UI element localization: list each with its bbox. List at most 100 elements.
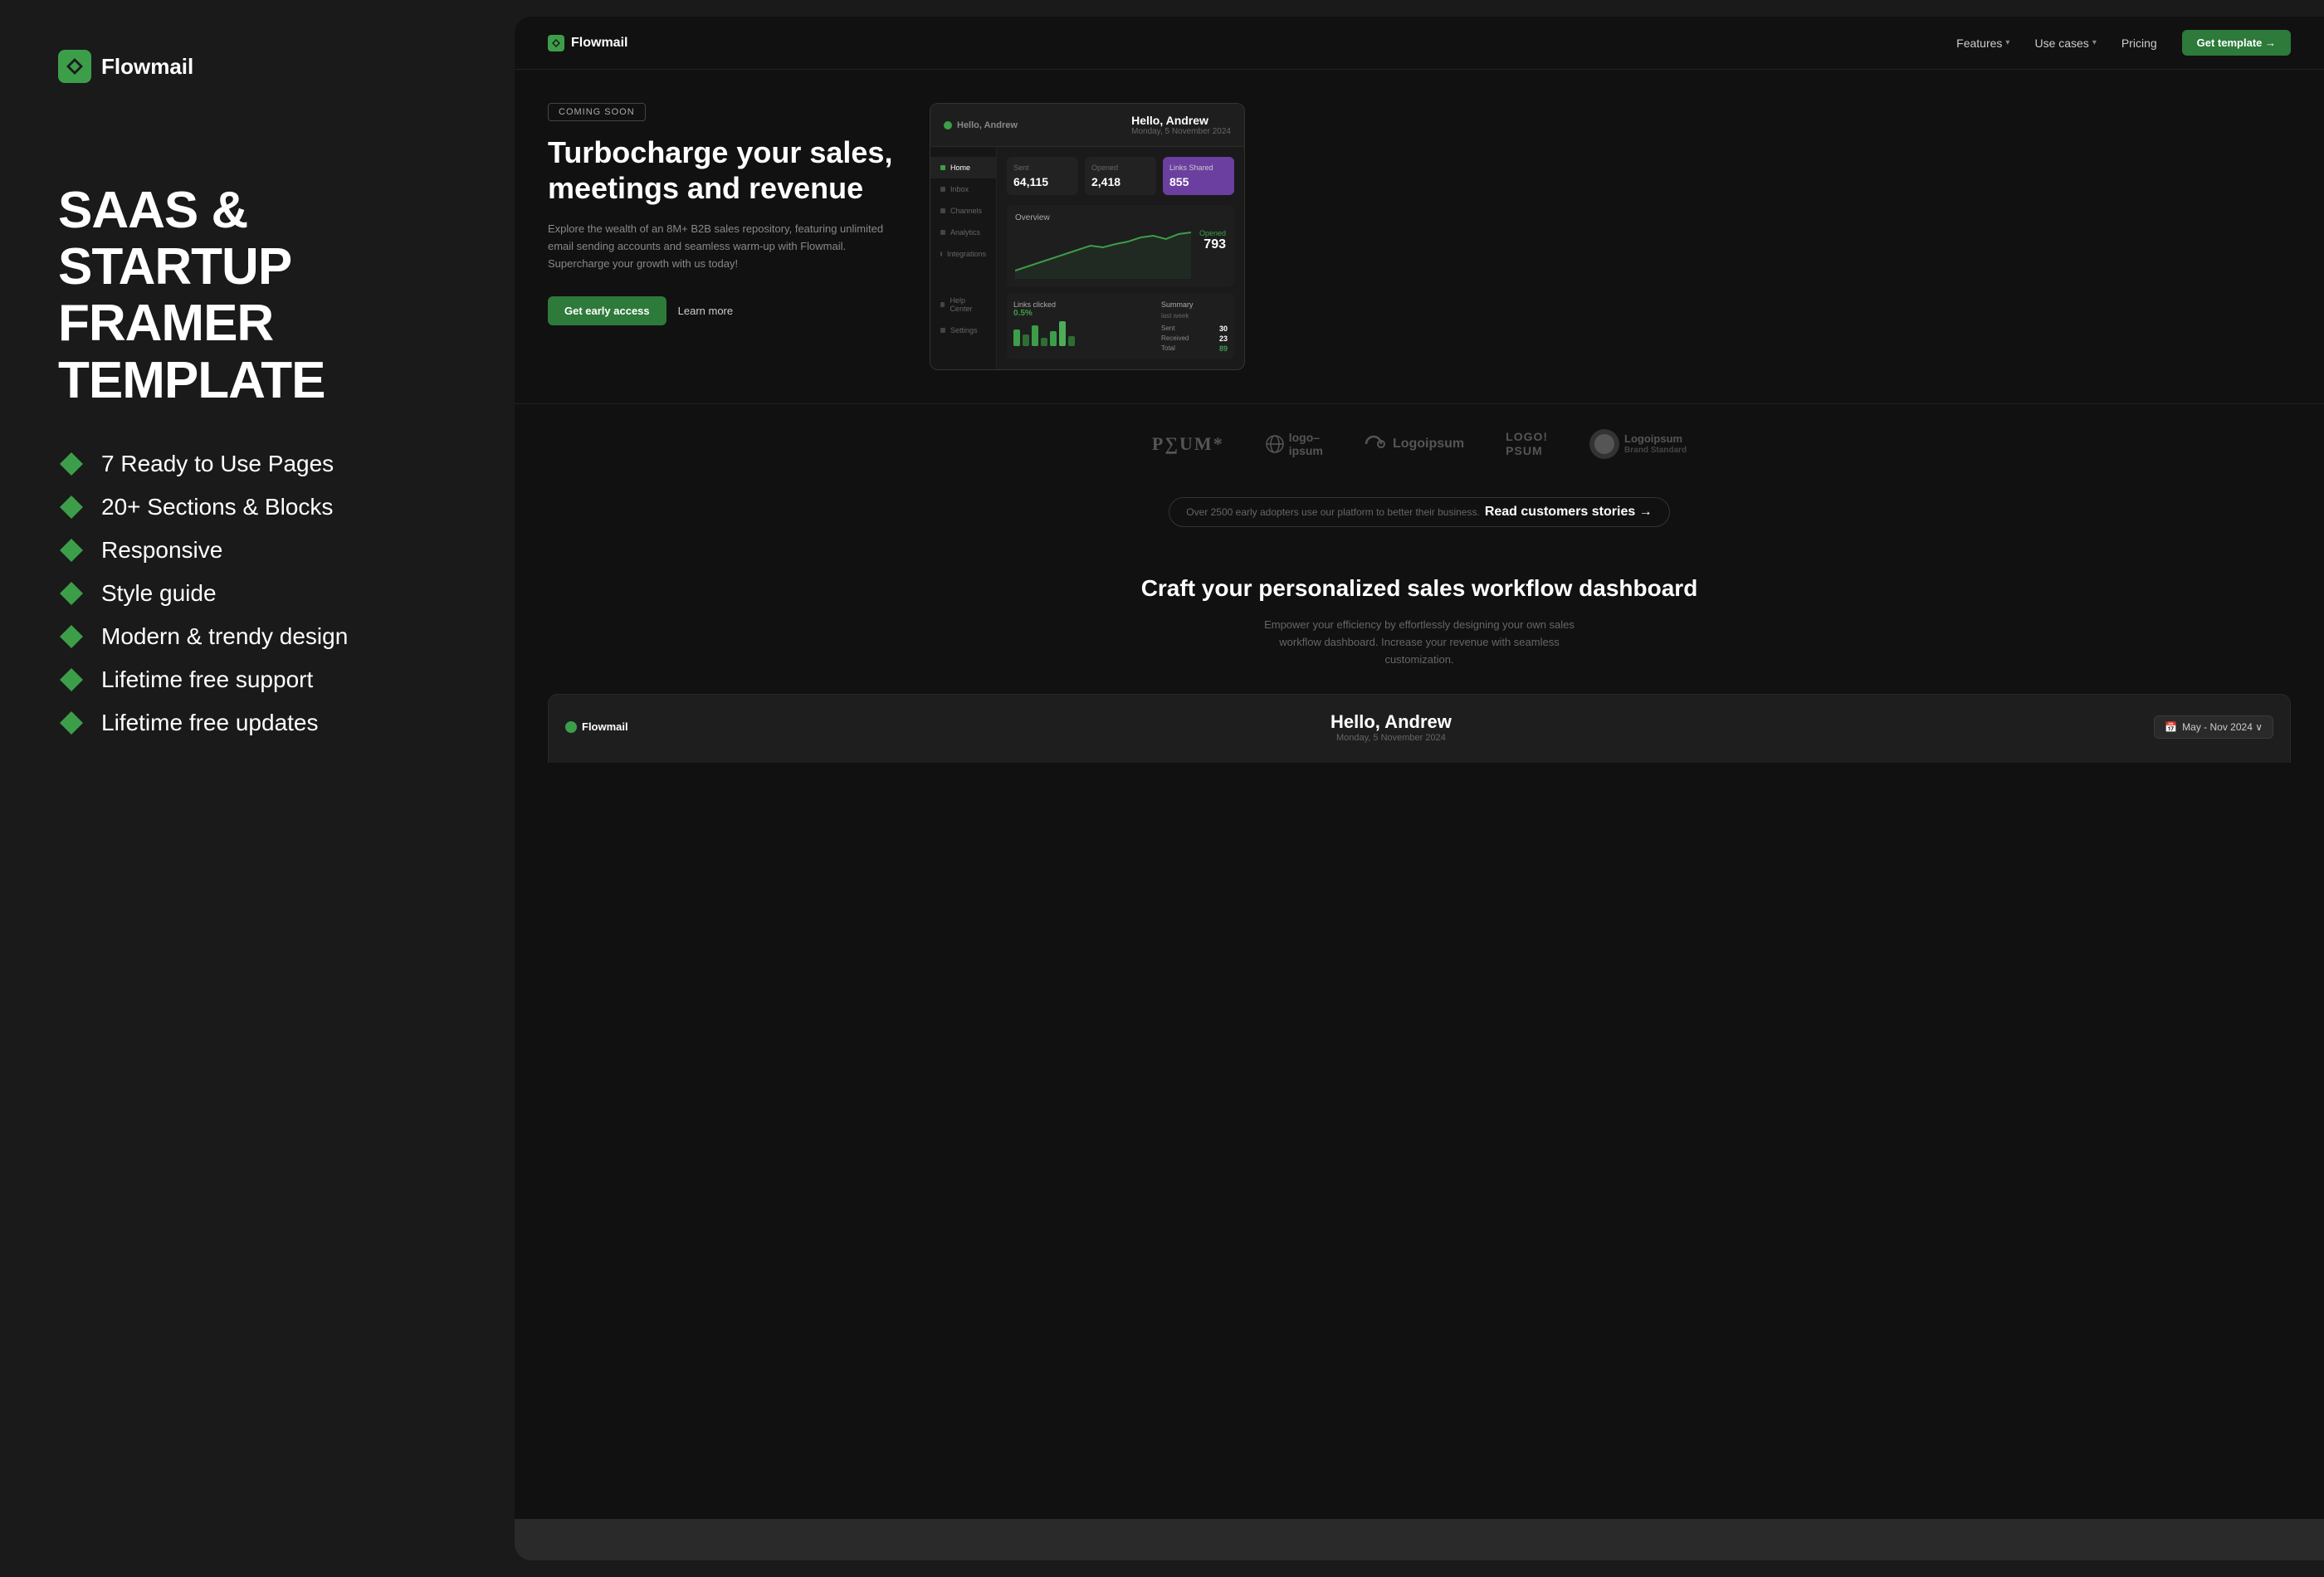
site-nav-logo: Flowmail: [548, 35, 627, 51]
date-range-picker[interactable]: 📅 May - Nov 2024 ∨: [2154, 715, 2273, 739]
dashboard-mockup: Hello, Andrew Hello, Andrew Monday, 5 No…: [930, 103, 1245, 370]
summary-received: 23: [1219, 334, 1228, 343]
stat-links: Links Shared 855: [1163, 157, 1234, 195]
sidebar-dot-help: [940, 302, 945, 307]
bottom-dash-header: Flowmail Hello, Andrew Monday, 5 Novembe…: [565, 711, 2273, 743]
stat-links-label: Links Shared: [1169, 164, 1228, 172]
feature-text-3: Responsive: [101, 537, 222, 564]
right-panel: Flowmail Features ▾ Use cases ▾ Pricing …: [515, 17, 2324, 1560]
learn-more-button[interactable]: Learn more: [678, 305, 733, 317]
main-heading: SAAS & STARTUP FRAMER TEMPLATE: [58, 183, 456, 409]
bottom-logo-dot: [565, 721, 577, 733]
summary-label: Summary: [1161, 300, 1228, 309]
stats-row: Sent 64,115 Opened 2,418 Links Shared 85…: [1007, 157, 1234, 195]
partner-logo-2: logo–ipsum: [1266, 431, 1323, 457]
site-nav-brand: Flowmail: [571, 36, 627, 51]
feature-text-1: 7 Ready to Use Pages: [101, 451, 334, 477]
dashboard-body: Home Inbox Channels Analytics: [930, 147, 1244, 369]
bottom-dashboard-preview: Flowmail Hello, Andrew Monday, 5 Novembe…: [548, 694, 2291, 763]
feature-item-1: 7 Ready to Use Pages: [58, 451, 456, 477]
sidebar-dot-settings: [940, 328, 945, 333]
logo-icon: [58, 50, 91, 83]
sidebar-home[interactable]: Home: [930, 157, 996, 178]
bottom-dash-greeting-area: Hello, Andrew Monday, 5 November 2024: [1330, 711, 1452, 743]
stat-opened-value: 2,418: [1091, 175, 1150, 188]
nav-cta-button[interactable]: Get template →: [2182, 30, 2291, 56]
bottom-dash-logo: Flowmail: [565, 720, 628, 733]
partner-logo-4: LOGO!PSUM: [1506, 430, 1548, 458]
dashboard-sidebar: Home Inbox Channels Analytics: [930, 147, 997, 369]
sidebar-inbox[interactable]: Inbox: [930, 178, 996, 200]
left-panel: Flowmail SAAS & STARTUP FRAMER TEMPLATE …: [0, 0, 515, 1577]
circle-logo-icon: [1589, 429, 1619, 459]
overview-section: Overview: [1007, 205, 1234, 287]
chevron-down-icon: ▾: [2005, 38, 2009, 47]
stat-opened: Opened 2,418: [1085, 157, 1156, 195]
sidebar-help[interactable]: Help Center: [930, 290, 996, 320]
stat-sent: Sent 64,115: [1007, 157, 1078, 195]
sidebar-dot-home: [940, 165, 945, 170]
feature-text-7: Lifetime free updates: [101, 710, 319, 736]
hero-left: COMING SOON Turbocharge your sales, meet…: [548, 103, 896, 325]
site-nav: Flowmail Features ▾ Use cases ▾ Pricing …: [515, 17, 2324, 70]
stat-opened-label: Opened: [1091, 164, 1150, 172]
social-proof-text: Over 2500 early adopters use our platfor…: [1186, 506, 1480, 518]
summary-section: Links clicked 0.5%: [1007, 294, 1234, 359]
links-clicked-value: 0.5%: [1013, 309, 1155, 318]
summary-total: 89: [1219, 344, 1228, 353]
calendar-icon: 📅: [2165, 721, 2177, 733]
chart-opened-label: Opened: [1199, 229, 1226, 237]
dashboard-date: Monday, 5 November 2024: [1131, 127, 1231, 136]
stat-links-value: 855: [1169, 175, 1228, 188]
chart-value-area: Opened 793: [1191, 229, 1226, 252]
partner-logo-5: Logoipsum Brand Standard: [1589, 429, 1687, 459]
feature-text-2: 20+ Sections & Blocks: [101, 494, 333, 520]
dashboard-logo-dot: [944, 121, 952, 129]
social-proof-bar: Over 2500 early adopters use our platfor…: [515, 484, 2324, 540]
diamond-icon-1: [58, 451, 85, 477]
dashboard-logo: Hello, Andrew: [944, 120, 1018, 130]
sidebar-dot-channels: [940, 208, 945, 213]
features-list: 7 Ready to Use Pages 20+ Sections & Bloc…: [58, 451, 456, 736]
feature-text-5: Modern & trendy design: [101, 623, 348, 650]
dashboard-greeting: Hello, Andrew: [1131, 114, 1231, 127]
partner-logo-1: P∑UM*: [1152, 433, 1224, 455]
bottom-title: Craft your personalized sales workflow d…: [548, 574, 2291, 603]
feature-text-4: Style guide: [101, 580, 217, 607]
sidebar-integrations[interactable]: Integrations: [930, 243, 996, 265]
diamond-icon-7: [58, 710, 85, 736]
social-proof-container: Over 2500 early adopters use our platfor…: [1169, 497, 1669, 527]
summary-subtitle: last week: [1161, 312, 1228, 320]
site-nav-links: Features ▾ Use cases ▾ Pricing Get templ…: [1956, 30, 2291, 56]
partner-logo-3: Logoipsum: [1365, 435, 1464, 453]
overview-title: Overview: [1015, 213, 1226, 222]
stat-sent-label: Sent: [1013, 164, 1072, 172]
feature-item-2: 20+ Sections & Blocks: [58, 494, 456, 520]
stat-sent-value: 64,115: [1013, 175, 1072, 188]
chart-area: [1015, 229, 1191, 279]
dashboard-header: Hello, Andrew Hello, Andrew Monday, 5 No…: [930, 104, 1244, 147]
diamond-icon-3: [58, 537, 85, 564]
sidebar-analytics[interactable]: Analytics: [930, 222, 996, 243]
coming-soon-badge: COMING SOON: [548, 103, 646, 121]
sidebar-settings[interactable]: Settings: [930, 320, 996, 341]
links-clicked: Links clicked 0.5%: [1013, 300, 1155, 353]
diamond-icon-6: [58, 666, 85, 693]
bottom-dash-greeting: Hello, Andrew: [1330, 711, 1452, 733]
read-stories-link[interactable]: Read customers stories →: [1485, 505, 1653, 520]
dashboard-main: Sent 64,115 Opened 2,418 Links Shared 85…: [997, 147, 1244, 369]
get-early-access-button[interactable]: Get early access: [548, 296, 666, 325]
logoipsum-icon: [1365, 435, 1388, 453]
feature-item-5: Modern & trendy design: [58, 623, 456, 650]
feature-item-7: Lifetime free updates: [58, 710, 456, 736]
diamond-icon-5: [58, 623, 85, 650]
feature-item-4: Style guide: [58, 580, 456, 607]
sidebar-dot-inbox: [940, 187, 945, 192]
date-range-text: May - Nov 2024 ∨: [2182, 721, 2263, 733]
sidebar-channels[interactable]: Channels: [930, 200, 996, 222]
nav-features[interactable]: Features ▾: [1956, 37, 2009, 50]
hero-section: COMING SOON Turbocharge your sales, meet…: [515, 70, 2324, 403]
nav-usecases[interactable]: Use cases ▾: [2034, 37, 2096, 50]
nav-pricing[interactable]: Pricing: [2121, 37, 2157, 50]
hero-title: Turbocharge your sales, meetings and rev…: [548, 134, 896, 206]
